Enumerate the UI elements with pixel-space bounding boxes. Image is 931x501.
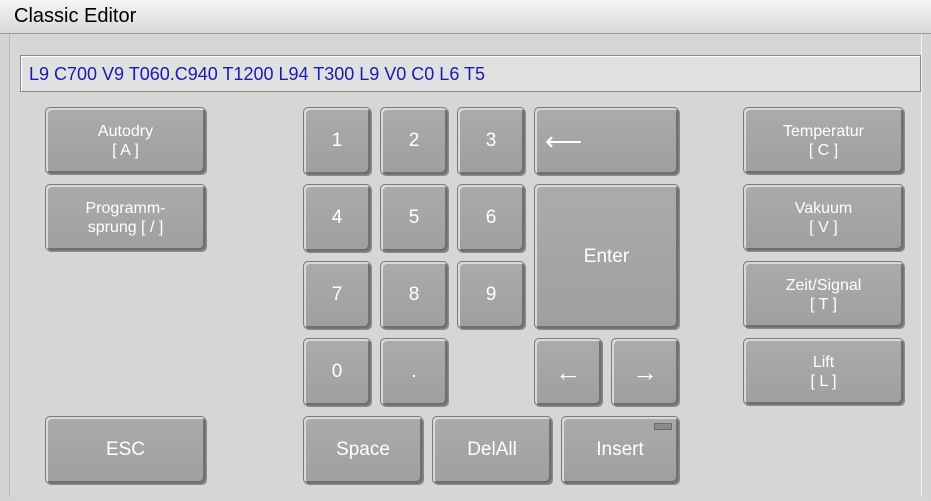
key-8-label: 8 [408, 284, 420, 305]
key-6-label: 6 [485, 207, 497, 228]
key-2-label: 2 [408, 130, 420, 151]
key-0-button[interactable]: 0 [303, 338, 371, 406]
long-left-arrow-icon: ⟵ [545, 126, 583, 156]
autodry-label: Autodry [97, 122, 154, 140]
key-dot-label: . [411, 361, 417, 382]
vacuum-key: [ V ] [809, 218, 838, 236]
key-6-button[interactable]: 6 [457, 184, 525, 252]
insert-indicator [654, 423, 672, 430]
right-arrow-icon: → [632, 357, 658, 387]
temperature-button[interactable]: Temperatur [ C ] [743, 107, 904, 174]
lift-label: Lift [812, 353, 835, 371]
vacuum-label: Vakuum [794, 199, 853, 217]
key-3-label: 3 [485, 130, 497, 151]
esc-button[interactable]: ESC [45, 416, 206, 484]
command-line-field[interactable]: L9 C700 V9 T060.C940 T1200 L94 T300 L9 V… [20, 55, 921, 92]
enter-label: Enter [583, 245, 630, 267]
key-9-button[interactable]: 9 [457, 261, 525, 329]
autodry-button[interactable]: Autodry [ A ] [45, 107, 206, 174]
left-arrow-icon: ← [555, 357, 581, 387]
space-button[interactable]: Space [303, 416, 423, 484]
key-8-button[interactable]: 8 [380, 261, 448, 329]
key-7-button[interactable]: 7 [303, 261, 371, 329]
lift-key: [ L ] [810, 372, 837, 390]
key-1-button[interactable]: 1 [303, 107, 371, 175]
key-7-label: 7 [331, 284, 343, 305]
enter-button[interactable]: Enter [534, 184, 679, 329]
key-dot-button[interactable]: . [380, 338, 448, 406]
space-label: Space [336, 439, 390, 460]
esc-label: ESC [105, 439, 146, 460]
key-9-label: 9 [485, 284, 497, 305]
key-5-label: 5 [408, 207, 420, 228]
temperature-label: Temperatur [783, 122, 864, 140]
delete-all-button[interactable]: DelAll [432, 416, 552, 484]
vacuum-button[interactable]: Vakuum [ V ] [743, 184, 904, 251]
key-2-button[interactable]: 2 [380, 107, 448, 175]
program-jump-key: sprung [ / ] [87, 218, 164, 236]
temperature-key: [ C ] [808, 141, 839, 159]
delete-all-label: DelAll [467, 439, 517, 460]
key-4-button[interactable]: 4 [303, 184, 371, 252]
program-jump-button[interactable]: Programm- sprung [ / ] [45, 184, 206, 251]
cursor-right-button[interactable]: → [611, 338, 679, 406]
time-signal-key: [ T ] [810, 295, 837, 313]
command-line-text: L9 C700 V9 T060.C940 T1200 L94 T300 L9 V… [29, 64, 486, 84]
program-jump-label: Programm- [85, 199, 166, 217]
key-3-button[interactable]: 3 [457, 107, 525, 175]
key-0-label: 0 [331, 361, 343, 382]
time-signal-button[interactable]: Zeit/Signal [ T ] [743, 261, 904, 328]
cursor-left-button[interactable]: ← [534, 338, 602, 406]
title-bar: Classic Editor [0, 0, 931, 34]
time-signal-label: Zeit/Signal [785, 276, 862, 294]
key-4-label: 4 [331, 207, 343, 228]
insert-button[interactable]: Insert [561, 416, 679, 484]
key-1-label: 1 [331, 130, 343, 151]
key-5-button[interactable]: 5 [380, 184, 448, 252]
insert-label: Insert [596, 439, 644, 460]
backspace-button[interactable]: ⟵ [534, 107, 679, 175]
lift-button[interactable]: Lift [ L ] [743, 338, 904, 405]
autodry-key: [ A ] [112, 141, 139, 159]
window-title: Classic Editor [14, 5, 137, 27]
